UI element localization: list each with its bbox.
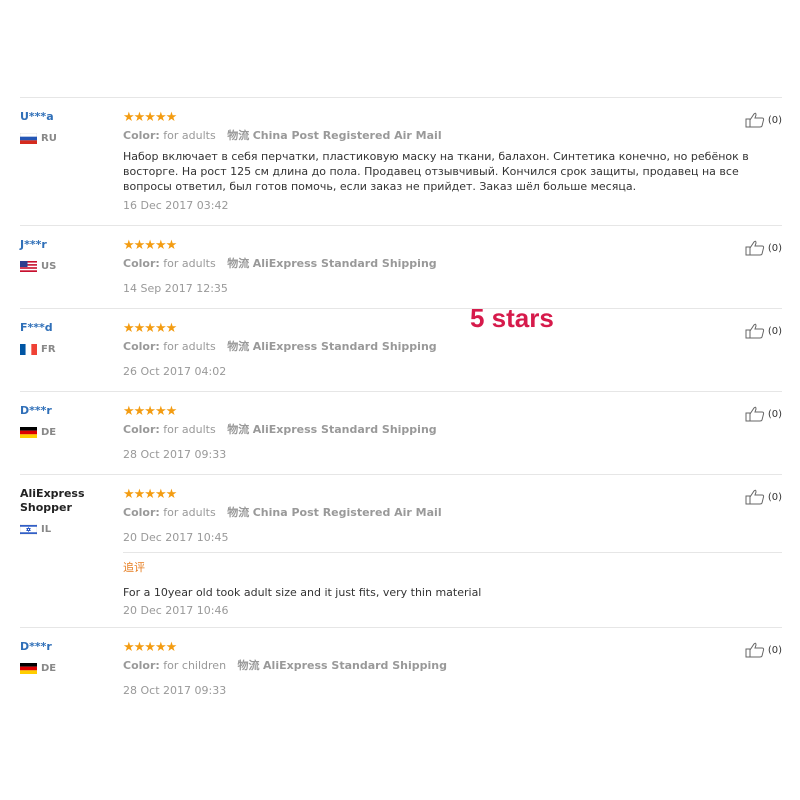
followup-label: 追评 [123, 561, 145, 574]
color-label: Color: [123, 129, 160, 142]
helpful-count: (0) [767, 242, 782, 254]
shipping-value: China Post Registered Air Mail [252, 129, 442, 142]
color-value: for adults [163, 257, 216, 270]
star-rating: ★★★★★ [123, 110, 177, 125]
followup-text: For a 10year old took adult size and it … [123, 586, 482, 599]
review-item: J***r US ★★★★★ Color: for adults 物流 AliE… [20, 226, 782, 308]
review-item: AliExpress Shopper IL ★★★★★ Color: for a… [20, 475, 782, 627]
shipping-label: 物流 [227, 257, 250, 270]
reviewer-name[interactable]: F***d [20, 321, 115, 335]
reviewer-name[interactable]: D***r [20, 640, 115, 654]
shipping-label: 物流 [227, 423, 250, 436]
country-code: IL [41, 523, 52, 535]
shipping-value: AliExpress Standard Shipping [252, 423, 437, 436]
shipping-label: 物流 [227, 340, 250, 353]
color-label: Color: [123, 257, 160, 270]
review-item: F***d FR ★★★★★ Color: for adults 物流 AliE… [20, 309, 782, 391]
color-value: for children [163, 659, 227, 672]
shipping-value: AliExpress Standard Shipping [252, 340, 437, 353]
helpful-button[interactable]: (0) [745, 489, 782, 505]
shipping-value: China Post Registered Air Mail [252, 506, 442, 519]
color-label: Color: [123, 659, 160, 672]
reviewer-name[interactable]: AliExpress Shopper [20, 487, 115, 515]
followup-date: 20 Dec 2017 10:46 [123, 604, 229, 617]
review-date: 20 Dec 2017 10:45 [123, 531, 229, 544]
reviews-list: U***a RU ★★★★★ Color: for adults 物流 Chin… [20, 97, 782, 710]
review-item: D***r DE ★★★★★ Color: for children 物流 Al… [20, 628, 782, 710]
review-item: U***a RU ★★★★★ Color: for adults 物流 Chin… [20, 98, 782, 225]
country-code: DE [41, 662, 57, 674]
helpful-button[interactable]: (0) [745, 112, 782, 128]
reviewer-name[interactable]: J***r [20, 238, 115, 252]
color-label: Color: [123, 340, 160, 353]
star-rating: ★★★★★ [123, 487, 177, 502]
helpful-button[interactable]: (0) [745, 406, 782, 422]
review-date: 28 Oct 2017 09:33 [123, 684, 227, 697]
helpful-count: (0) [767, 491, 782, 503]
reviewer-name-line1: AliExpress [20, 487, 85, 500]
flag-il-icon [20, 523, 37, 535]
shipping-value: AliExpress Standard Shipping [263, 659, 448, 672]
review-meta: Color: for adults 物流 AliExpress Standard… [123, 423, 683, 437]
shipping-label: 物流 [227, 506, 250, 519]
country-code: RU [41, 132, 57, 144]
overlay-caption: 5 stars [470, 303, 554, 333]
country-code: DE [41, 426, 57, 438]
color-label: Color: [123, 423, 160, 436]
flag-de-icon [20, 662, 37, 674]
helpful-button[interactable]: (0) [745, 323, 782, 339]
star-rating: ★★★★★ [123, 640, 177, 655]
reviewer-name[interactable]: U***a [20, 110, 115, 124]
star-rating: ★★★★★ [123, 404, 177, 419]
country-code: US [41, 260, 57, 272]
review-date: 16 Dec 2017 03:42 [123, 199, 229, 212]
shipping-value: AliExpress Standard Shipping [252, 257, 437, 270]
review-meta: Color: for adults 物流 AliExpress Standard… [123, 340, 683, 354]
review-date: 14 Sep 2017 12:35 [123, 282, 228, 295]
review-item: D***r DE ★★★★★ Color: for adults 物流 AliE… [20, 392, 782, 474]
color-value: for adults [163, 423, 216, 436]
helpful-button[interactable]: (0) [745, 642, 782, 658]
flag-de-icon [20, 426, 37, 438]
flag-us-icon [20, 260, 37, 272]
followup-divider [123, 552, 782, 553]
reviewer-name[interactable]: D***r [20, 404, 115, 418]
shipping-label: 物流 [227, 129, 250, 142]
review-date: 26 Oct 2017 04:02 [123, 365, 227, 378]
thumbs-up-icon [745, 240, 764, 256]
thumbs-up-icon [745, 112, 764, 128]
thumbs-up-icon [745, 489, 764, 505]
helpful-count: (0) [767, 114, 782, 126]
helpful-count: (0) [767, 408, 782, 420]
helpful-count: (0) [767, 325, 782, 337]
shipping-label: 物流 [237, 659, 260, 672]
color-value: for adults [163, 340, 216, 353]
review-meta: Color: for adults 物流 China Post Register… [123, 506, 683, 520]
flag-fr-icon [20, 343, 37, 355]
color-value: for adults [163, 129, 216, 142]
color-label: Color: [123, 506, 160, 519]
review-text: Набор включает в себя перчатки, пластико… [123, 150, 749, 193]
helpful-button[interactable]: (0) [745, 240, 782, 256]
star-rating: ★★★★★ [123, 238, 177, 253]
flag-ru-icon [20, 132, 37, 144]
thumbs-up-icon [745, 323, 764, 339]
thumbs-up-icon [745, 642, 764, 658]
reviewer-name-line2: Shopper [20, 501, 72, 514]
star-rating: ★★★★★ [123, 321, 177, 336]
color-value: for adults [163, 506, 216, 519]
review-date: 28 Oct 2017 09:33 [123, 448, 227, 461]
followup-section: 追评 For a 10year old took adult size and … [123, 561, 788, 618]
country-code: FR [41, 343, 56, 355]
review-meta: Color: for adults 物流 AliExpress Standard… [123, 257, 683, 271]
helpful-count: (0) [767, 644, 782, 656]
review-meta: Color: for children 物流 AliExpress Standa… [123, 659, 683, 673]
review-meta: Color: for adults 物流 China Post Register… [123, 129, 683, 143]
thumbs-up-icon [745, 406, 764, 422]
